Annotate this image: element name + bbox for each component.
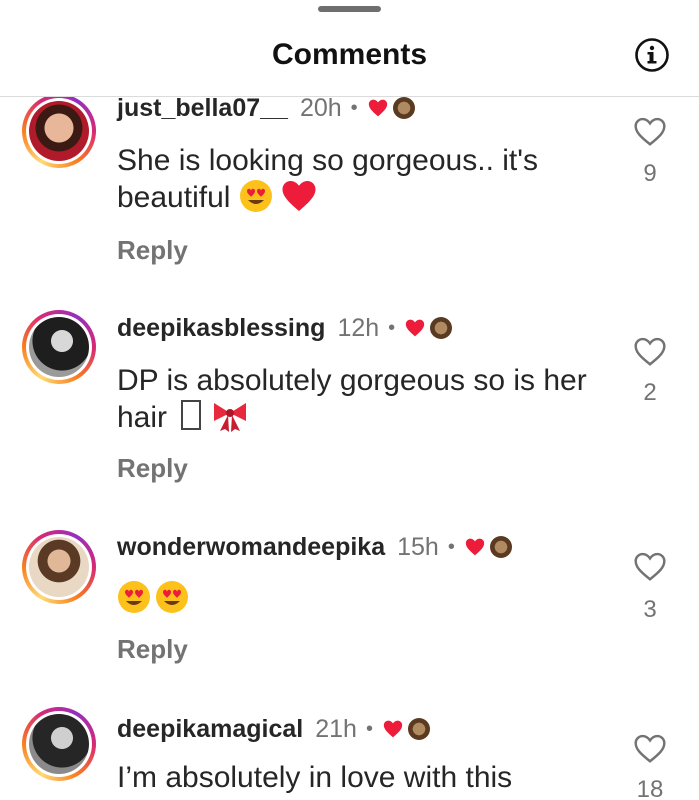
- heart-eyes-emoji: [239, 180, 272, 212]
- comments-header: Comments: [0, 0, 699, 97]
- heart-outline-icon[interactable]: [633, 117, 667, 147]
- comment-text: I’m absolutely in love with this: [117, 761, 513, 794]
- comment-list[interactable]: just_bella07__ 20h • She is looking so g…: [0, 97, 699, 800]
- avatar[interactable]: [22, 97, 96, 168]
- creator-avatar: [407, 718, 430, 740]
- separator-dot: •: [388, 316, 396, 339]
- red-heart-icon: [465, 538, 485, 556]
- separator-dot: •: [365, 717, 373, 740]
- username[interactable]: deepikamagical: [117, 715, 303, 744]
- drag-handle[interactable]: [318, 6, 381, 12]
- like-count: 18: [636, 776, 664, 800]
- info-icon[interactable]: [634, 37, 670, 73]
- like-count: 3: [643, 596, 657, 623]
- missing-glyph: [181, 400, 202, 430]
- ribbon-emoji: [213, 403, 246, 432]
- heart-outline-icon[interactable]: [633, 337, 667, 367]
- username[interactable]: wonderwomandeepika: [117, 533, 385, 562]
- heart-eyes-emoji: [156, 581, 188, 613]
- like-count: 9: [643, 160, 657, 187]
- page-title: Comments: [271, 38, 428, 71]
- separator-dot: •: [350, 97, 358, 119]
- avatar[interactable]: [22, 530, 96, 604]
- red-heart-icon: [406, 319, 425, 337]
- like-count: 2: [643, 379, 657, 406]
- timestamp: 12h: [337, 313, 380, 342]
- timestamp: 20h: [299, 97, 342, 122]
- red-heart-emoji: [282, 181, 316, 211]
- avatar[interactable]: [22, 310, 96, 384]
- comment-text: She is looking so gorgeous.. it's beauti…: [117, 144, 538, 214]
- heart-outline-icon[interactable]: [633, 734, 667, 764]
- username[interactable]: just_bella07__: [117, 97, 288, 123]
- red-heart-icon: [383, 720, 403, 738]
- comment-text: DP is absolutely gorgeous so is her hair: [117, 364, 587, 434]
- creator-avatar: [392, 97, 415, 119]
- avatar[interactable]: [22, 707, 96, 781]
- red-heart-icon: [368, 99, 387, 117]
- creator-avatar: [430, 317, 453, 339]
- reply-button[interactable]: Reply: [117, 453, 188, 484]
- heart-eyes-emoji: [118, 581, 150, 613]
- timestamp: 21h: [315, 714, 357, 743]
- creator-avatar: [489, 536, 512, 558]
- separator-dot: •: [447, 535, 455, 558]
- heart-outline-icon[interactable]: [633, 552, 667, 582]
- timestamp: 15h: [397, 532, 439, 561]
- username[interactable]: deepikasblessing: [117, 314, 325, 343]
- comment-text: [117, 580, 587, 617]
- reply-button[interactable]: Reply: [117, 634, 188, 665]
- reply-button[interactable]: Reply: [117, 235, 188, 266]
